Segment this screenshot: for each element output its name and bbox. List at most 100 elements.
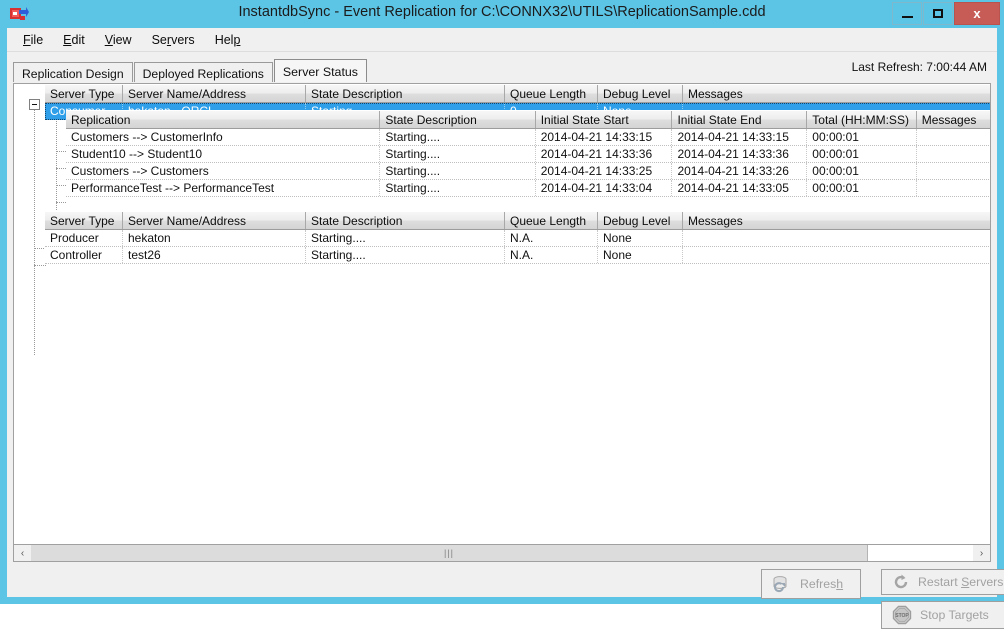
cell-state-desc: Starting.... (380, 146, 535, 162)
cell-debug-level: None (598, 230, 683, 246)
cell-server-name: hekaton (123, 230, 306, 246)
menu-item-help[interactable]: Help (205, 30, 251, 50)
cell-initial-state-start: 2014-04-21 14:33:36 (536, 146, 673, 162)
table-row[interactable]: Customers --> CustomerInfo Starting.... … (66, 129, 991, 146)
table-row[interactable]: Student10 --> Student10 Starting.... 201… (66, 146, 991, 163)
menu-bar: File Edit View Servers Help (7, 28, 997, 52)
cell-state-desc: Starting.... (306, 230, 505, 246)
cell-replication: Customers --> Customers (66, 163, 380, 179)
tab-deployed-replications[interactable]: Deployed Replications (134, 62, 273, 82)
cell-total: 00:00:01 (807, 180, 916, 196)
table-row[interactable]: PerformanceTest --> PerformanceTest Star… (66, 180, 991, 197)
cell-replication: PerformanceTest --> PerformanceTest (66, 180, 380, 196)
column-header-initial-state-end[interactable]: Initial State End (672, 111, 807, 128)
window-controls: x (891, 2, 1000, 25)
stop-targets-button[interactable]: STOP Stop Targets (881, 601, 1004, 629)
cell-messages (917, 146, 991, 162)
cell-messages (917, 180, 991, 196)
application-window: InstantdbSync - Event Replication for C:… (0, 0, 1004, 604)
column-header-server-type[interactable]: Server Type (45, 212, 123, 229)
cell-initial-state-start: 2014-04-21 14:33:25 (536, 163, 673, 179)
table-row[interactable]: Producer hekaton Starting.... N.A. None (45, 230, 991, 247)
server-grid: Server Type Server Name/Address State De… (45, 211, 991, 264)
stop-sign-icon: STOP (892, 605, 912, 625)
menu-item-view[interactable]: View (95, 30, 142, 50)
menu-item-servers[interactable]: Servers (142, 30, 205, 50)
cell-initial-state-end: 2014-04-21 14:33:15 (672, 129, 807, 145)
column-header-state-desc[interactable]: State Description (380, 111, 535, 128)
cell-debug-level: None (598, 247, 683, 263)
cell-state-desc: Starting.... (380, 180, 535, 196)
restart-servers-button[interactable]: Restart Servers (881, 569, 1004, 595)
cell-initial-state-end: 2014-04-21 14:33:05 (672, 180, 807, 196)
tree-expander-consumer[interactable] (29, 99, 40, 110)
scroll-left-button[interactable]: ‹ (14, 545, 31, 561)
horizontal-scrollbar[interactable]: ‹ ||| › (13, 544, 991, 562)
minimize-button[interactable] (892, 2, 922, 25)
tree-connector-6 (34, 265, 46, 266)
column-header-messages[interactable]: Messages (683, 212, 991, 229)
tree-branch-line (56, 117, 57, 214)
column-header-server-type[interactable]: Server Type (45, 85, 123, 102)
cell-server-name: test26 (123, 247, 306, 263)
cell-queue-length: N.A. (505, 247, 598, 263)
cell-initial-state-start: 2014-04-21 14:33:04 (536, 180, 673, 196)
column-header-messages[interactable]: Messages (917, 111, 991, 128)
svg-text:STOP: STOP (895, 613, 909, 619)
button-bar: Refresh Restart Servers STOP (13, 564, 991, 592)
table-row[interactable]: Controller test26 Starting.... N.A. None (45, 247, 991, 264)
cell-messages (917, 129, 991, 145)
last-refresh-label: Last Refresh: 7:00:44 AM (852, 60, 987, 74)
column-header-state-desc[interactable]: State Description (306, 212, 505, 229)
maximize-button[interactable] (923, 2, 953, 25)
column-header-queue-length[interactable]: Queue Length (505, 85, 598, 102)
column-header-server-name[interactable]: Server Name/Address (123, 85, 306, 102)
column-header-messages[interactable]: Messages (683, 85, 991, 102)
scrollbar-track[interactable]: ||| (31, 545, 973, 561)
cell-replication: Customers --> CustomerInfo (66, 129, 380, 145)
column-header-debug-level[interactable]: Debug Level (598, 212, 683, 229)
cell-state-desc: Starting.... (380, 129, 535, 145)
replication-grid-header: Replication State Description Initial St… (66, 110, 991, 129)
column-header-replication[interactable]: Replication (66, 111, 380, 128)
cell-initial-state-start: 2014-04-21 14:33:15 (536, 129, 673, 145)
restart-servers-button-label: Restart Servers (918, 575, 1003, 589)
cell-total: 00:00:01 (807, 146, 916, 162)
cell-replication: Student10 --> Student10 (66, 146, 380, 162)
menu-item-edit[interactable]: Edit (53, 30, 95, 50)
cell-messages (683, 230, 991, 246)
column-header-queue-length[interactable]: Queue Length (505, 212, 598, 229)
cell-total: 00:00:01 (807, 129, 916, 145)
scrollbar-thumb[interactable]: ||| (31, 545, 868, 561)
cell-state-desc: Starting.... (380, 163, 535, 179)
cell-state-desc: Starting.... (306, 247, 505, 263)
tab-replication-design[interactable]: Replication Design (13, 62, 133, 82)
table-row[interactable]: Customers --> Customers Starting.... 201… (66, 163, 991, 180)
tab-strip: Replication Design Deployed Replications… (13, 60, 368, 82)
minimize-icon (902, 16, 913, 18)
server-grid-header: Server Type Server Name/Address State De… (45, 211, 991, 230)
menu-item-file[interactable]: File (13, 30, 53, 50)
cell-initial-state-end: 2014-04-21 14:33:26 (672, 163, 807, 179)
cell-queue-length: N.A. (505, 230, 598, 246)
cell-messages (917, 163, 991, 179)
column-header-debug-level[interactable]: Debug Level (598, 85, 683, 102)
maximize-icon (933, 9, 943, 18)
tree-trunk-line (34, 105, 35, 355)
column-header-initial-state-start[interactable]: Initial State Start (536, 111, 673, 128)
column-header-server-name[interactable]: Server Name/Address (123, 212, 306, 229)
column-header-state-desc[interactable]: State Description (306, 85, 505, 102)
cell-total: 00:00:01 (807, 163, 916, 179)
window-title: InstantdbSync - Event Replication for C:… (0, 4, 1004, 20)
scrollbar-grip-icon: ||| (444, 548, 454, 558)
close-button[interactable]: x (954, 2, 1000, 25)
column-header-total[interactable]: Total (HH:MM:SS) (807, 111, 916, 128)
restart-arrow-icon (892, 573, 910, 591)
refresh-button[interactable]: Refresh (761, 569, 861, 599)
tab-server-status[interactable]: Server Status (274, 59, 367, 82)
tree-connector-2 (56, 168, 66, 169)
refresh-button-label: Refresh (800, 577, 843, 591)
replication-grid: Replication State Description Initial St… (66, 110, 991, 197)
scroll-right-button[interactable]: › (973, 545, 990, 561)
tree-connector-3 (56, 185, 66, 186)
